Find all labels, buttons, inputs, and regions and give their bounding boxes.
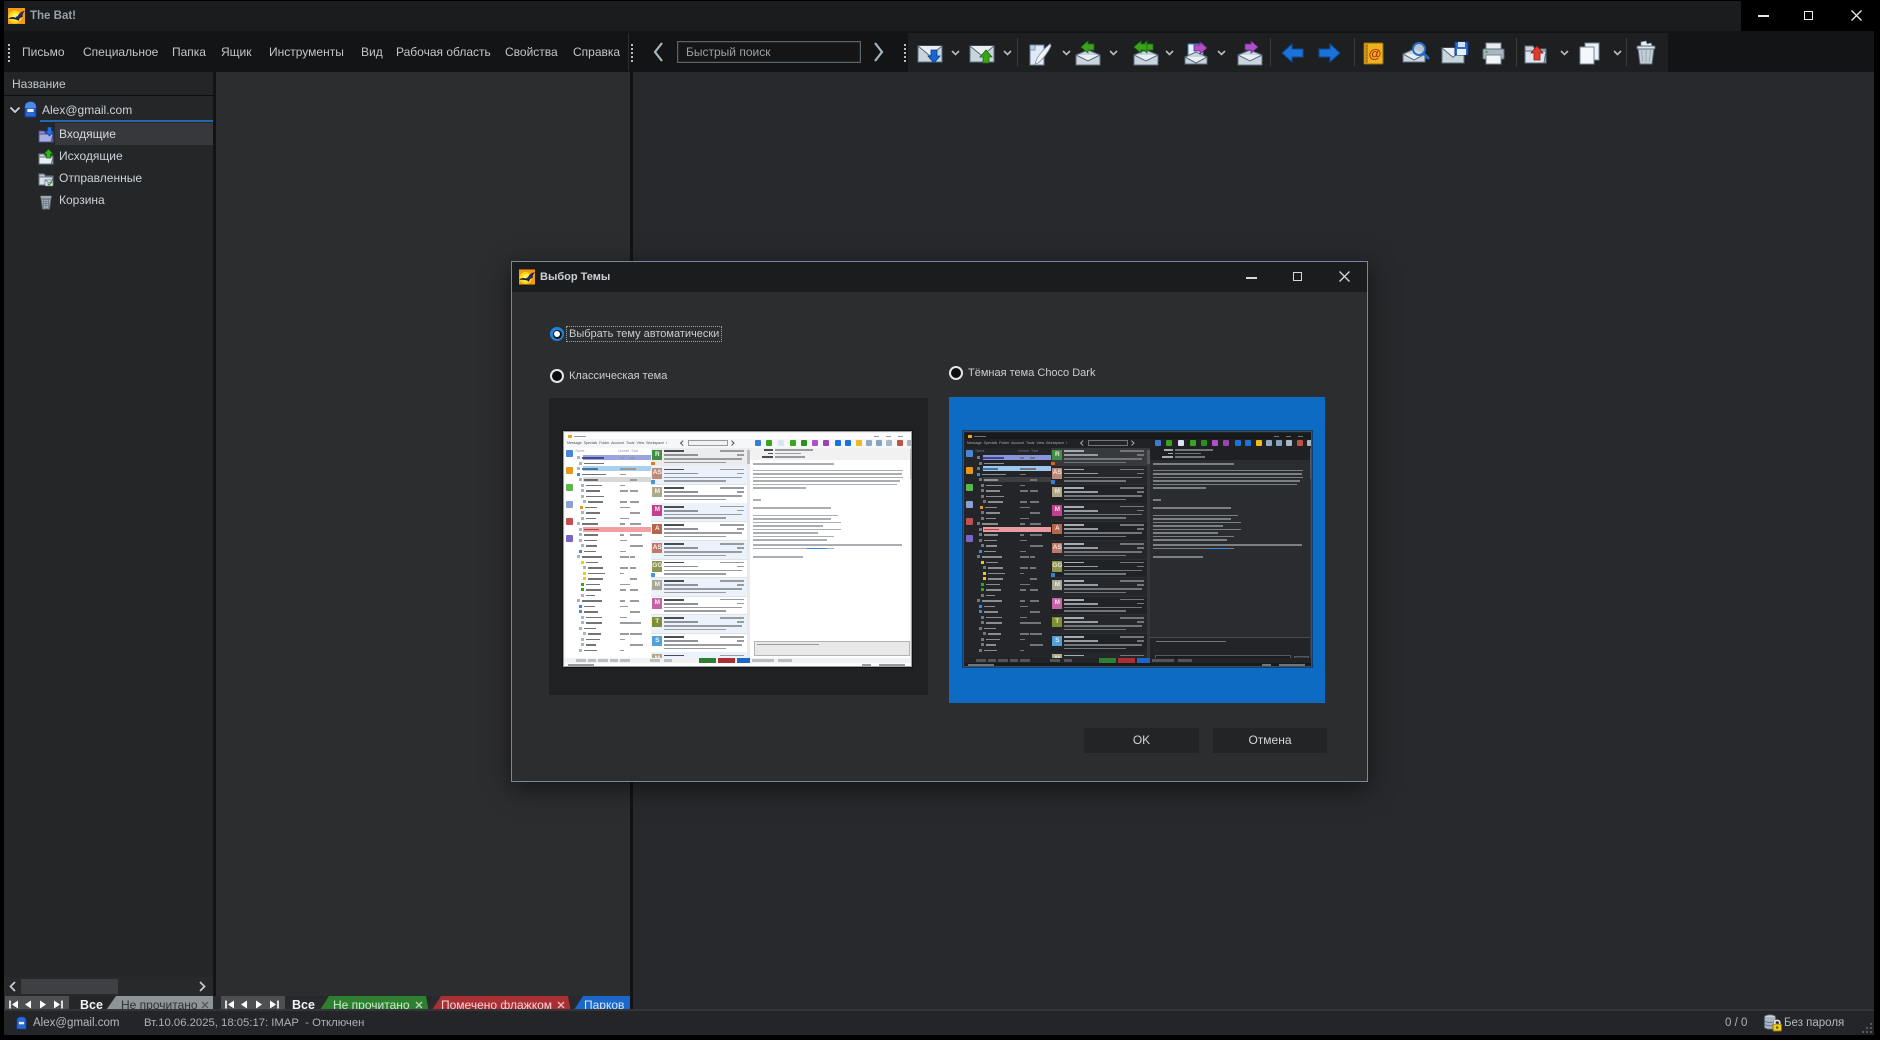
svg-text:@: @ <box>1369 46 1382 61</box>
